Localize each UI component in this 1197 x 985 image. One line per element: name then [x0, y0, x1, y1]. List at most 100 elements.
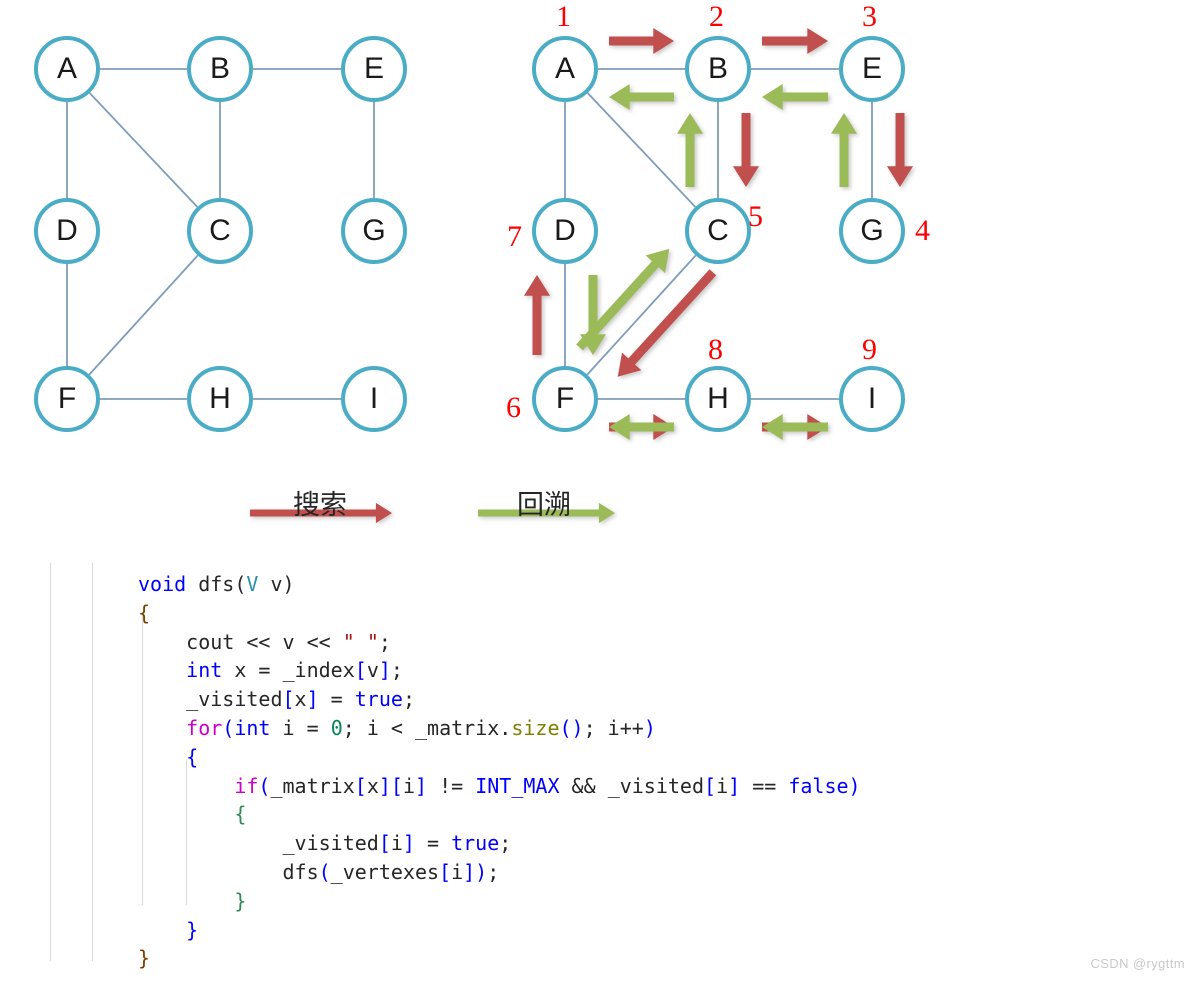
code-token: for [186, 715, 223, 740]
search-arrow-b-e [762, 27, 828, 55]
left-graph-node-e: E [341, 36, 407, 102]
code-token: ; [499, 831, 512, 856]
code-line: if(_matrix[x][i] != INT_MAX && _visited[… [138, 772, 860, 801]
code-token: << [234, 629, 283, 654]
code-line: _visited[x] = true; [138, 685, 861, 714]
code-token: [ [282, 687, 295, 712]
code-line: int x = _index[v]; [138, 656, 861, 685]
code-token: _vertexes [330, 859, 440, 884]
code-token: int [234, 715, 271, 740]
code-token: ] [402, 831, 415, 856]
code-token: ]) [463, 859, 488, 884]
legend-search-label: 搜索 [293, 490, 347, 521]
visit-order-f: 6 [506, 391, 521, 424]
screenshot-root: ABEDCGFHI ABEDCGFHI 123456789 搜索 回溯 void… [0, 0, 1197, 985]
code-token: ; [487, 859, 500, 884]
visit-order-a: 1 [556, 0, 571, 33]
code-token: ; i < [342, 715, 415, 740]
right-graph-node-e: E [839, 36, 905, 102]
code-token: && [559, 773, 608, 798]
visit-order-d: 7 [507, 220, 522, 253]
node-label: I [369, 382, 379, 415]
search-arrow-e-g [886, 113, 914, 187]
backtrack-arrow-g-e [830, 113, 858, 187]
code-token: _visited [607, 773, 705, 798]
code-token: [ [704, 773, 717, 798]
node-label: F [555, 382, 575, 415]
right-graph-node-i: I [839, 366, 905, 432]
code-token: x [294, 687, 307, 712]
backtrack-arrow-c-b [676, 113, 704, 187]
code-token: _matrix [414, 715, 500, 740]
node-label: E [363, 52, 384, 85]
code-token: << [294, 629, 343, 654]
node-label: H [707, 382, 729, 415]
node-label: D [56, 214, 78, 247]
legend-backtrack-label: 回溯 [517, 490, 571, 521]
code-text: void dfs(V v) { cout << v << " "; int x =… [138, 570, 861, 973]
code-token: x [366, 773, 379, 798]
legend: 搜索 回溯 [0, 460, 700, 555]
code-token: { [186, 744, 199, 769]
code-token: . [499, 715, 512, 740]
code-token: = [318, 687, 355, 712]
code-line: _visited[i] = true; [138, 829, 861, 858]
search-arrow-a-b [609, 27, 674, 55]
left-graph-node-i: I [341, 366, 407, 432]
code-line: cout << v << " "; [138, 628, 861, 657]
code-token: ( [318, 859, 331, 884]
code-token: V [246, 572, 259, 596]
search-arrow-f-d [523, 275, 551, 355]
code-token: v [282, 629, 295, 654]
code-token: ( [234, 572, 247, 596]
code-token: if [234, 773, 259, 798]
backtrack-arrow-e-b [762, 83, 828, 111]
code-gutter-inner [92, 563, 93, 961]
code-token: i [451, 859, 464, 884]
code-block: void dfs(V v) { cout << v << " "; int x =… [0, 563, 1197, 983]
node-label: A [56, 52, 77, 85]
code-token: _index [282, 658, 355, 683]
node-label: G [362, 214, 386, 247]
code-token: [ [354, 658, 367, 683]
visit-order-c: 5 [748, 200, 763, 233]
code-line: } [138, 944, 861, 973]
code-token: v [366, 658, 379, 683]
left-graph-node-h: H [187, 366, 253, 432]
code-token: _matrix [270, 773, 355, 798]
right-graph-node-g: G [839, 198, 905, 264]
legend-arrows [250, 502, 615, 524]
node-label: E [861, 52, 882, 85]
code-line: { [138, 743, 861, 772]
visit-order-g: 4 [915, 214, 930, 247]
code-token: { [234, 802, 247, 827]
left-graph-node-d: D [34, 198, 100, 264]
code-token: i [390, 831, 403, 856]
code-token: true [354, 687, 403, 712]
code-token: ( [222, 715, 235, 740]
code-gutter-outer [50, 563, 51, 961]
visit-order-e: 3 [862, 0, 877, 33]
node-label: F [57, 382, 77, 415]
right-graph-node-a: A [532, 36, 598, 102]
code-token: ; [390, 658, 403, 683]
code-line: dfs(_vertexes[i]); [138, 858, 861, 887]
code-token: i = [270, 715, 331, 740]
code-token: [ [378, 831, 391, 856]
code-token: INT_MAX [475, 773, 560, 798]
right-graph-node-b: B [685, 36, 751, 102]
backtrack-arrow-h-f [609, 413, 674, 441]
node-label: A [554, 52, 575, 85]
code-token: } [138, 946, 151, 971]
code-token: ] [306, 687, 319, 712]
code-line: void dfs(V v) [138, 570, 861, 599]
code-token: _visited [282, 831, 379, 856]
backtrack-arrow-b-a [609, 83, 674, 111]
